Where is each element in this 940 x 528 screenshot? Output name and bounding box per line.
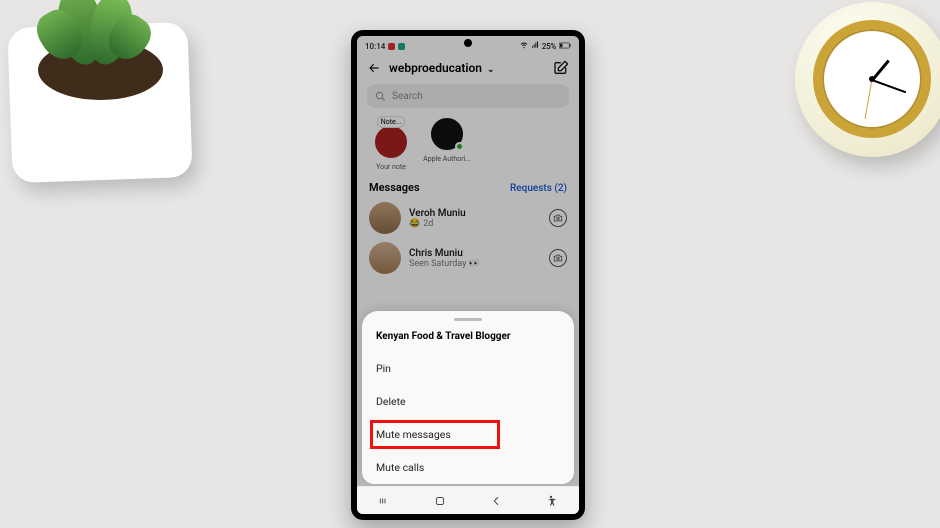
message-row[interactable]: Chris Muniu Seen Saturday 👀 bbox=[357, 238, 579, 278]
phone-screen: 10:14 25% bbox=[357, 36, 579, 514]
wifi-icon bbox=[520, 41, 528, 51]
menu-item-pin[interactable]: Pin bbox=[362, 352, 574, 385]
camera-button[interactable] bbox=[549, 209, 567, 227]
clock-decoration bbox=[770, 0, 940, 192]
your-note-avatar bbox=[373, 124, 409, 160]
notes-row: Note... Your note Apple Authori... bbox=[357, 116, 579, 177]
status-indicator-red-icon bbox=[388, 43, 395, 50]
note-apple[interactable]: Apple Authori... bbox=[425, 116, 469, 171]
sheet-handle[interactable] bbox=[454, 318, 482, 321]
battery-icon bbox=[559, 42, 571, 51]
home-button[interactable] bbox=[430, 494, 450, 508]
your-note[interactable]: Note... Your note bbox=[369, 116, 413, 171]
requests-link[interactable]: Requests (2) bbox=[510, 183, 567, 194]
message-name: Veroh Muniu bbox=[409, 208, 541, 219]
search-icon bbox=[375, 87, 386, 106]
messages-section-header: Messages Requests (2) bbox=[357, 177, 579, 198]
compose-button[interactable] bbox=[553, 60, 569, 76]
back-nav-button[interactable] bbox=[486, 494, 506, 508]
note-bubble: Note... bbox=[377, 116, 406, 128]
status-time: 10:14 bbox=[365, 42, 385, 51]
menu-item-mute-calls[interactable]: Mute calls bbox=[362, 451, 574, 484]
message-sub: 😂 2d bbox=[409, 219, 541, 229]
section-label: Messages bbox=[369, 181, 420, 194]
sheet-title: Kenyan Food & Travel Blogger bbox=[362, 325, 574, 352]
menu-item-delete[interactable]: Delete bbox=[362, 385, 574, 418]
back-button[interactable] bbox=[367, 61, 381, 75]
avatar bbox=[369, 202, 401, 234]
status-battery: 25% bbox=[542, 42, 556, 51]
context-menu-sheet: Kenyan Food & Travel Blogger Pin Delete … bbox=[362, 311, 574, 484]
emoji-icon: 😂 bbox=[409, 219, 420, 229]
active-badge-icon bbox=[455, 142, 464, 151]
accessibility-button[interactable] bbox=[541, 494, 561, 508]
recents-button[interactable] bbox=[375, 494, 395, 508]
plant-decoration bbox=[0, 0, 210, 190]
note-label: Apple Authori... bbox=[423, 155, 471, 163]
menu-item-mute-messages[interactable]: Mute messages bbox=[362, 418, 574, 451]
camera-button[interactable] bbox=[549, 249, 567, 267]
account-name: webproeducation bbox=[389, 61, 482, 75]
account-switcher[interactable]: webproeducation ⌄ bbox=[389, 61, 495, 75]
phone-frame: 10:14 25% bbox=[351, 30, 585, 520]
message-name: Chris Muniu bbox=[409, 248, 541, 259]
search-placeholder: Search bbox=[392, 91, 423, 102]
chat-header: webproeducation ⌄ bbox=[357, 54, 579, 80]
signal-icon bbox=[531, 41, 539, 51]
message-sub: Seen Saturday 👀 bbox=[409, 259, 541, 269]
search-input[interactable]: Search bbox=[367, 84, 569, 108]
status-indicator-green-icon bbox=[398, 43, 405, 50]
chevron-down-icon: ⌄ bbox=[487, 65, 495, 75]
message-row[interactable]: Veroh Muniu 😂 2d bbox=[357, 198, 579, 238]
note-label: Your note bbox=[376, 163, 406, 171]
note-avatar bbox=[429, 116, 465, 152]
avatar bbox=[369, 242, 401, 274]
front-camera bbox=[464, 39, 472, 47]
android-nav-bar bbox=[357, 486, 579, 514]
